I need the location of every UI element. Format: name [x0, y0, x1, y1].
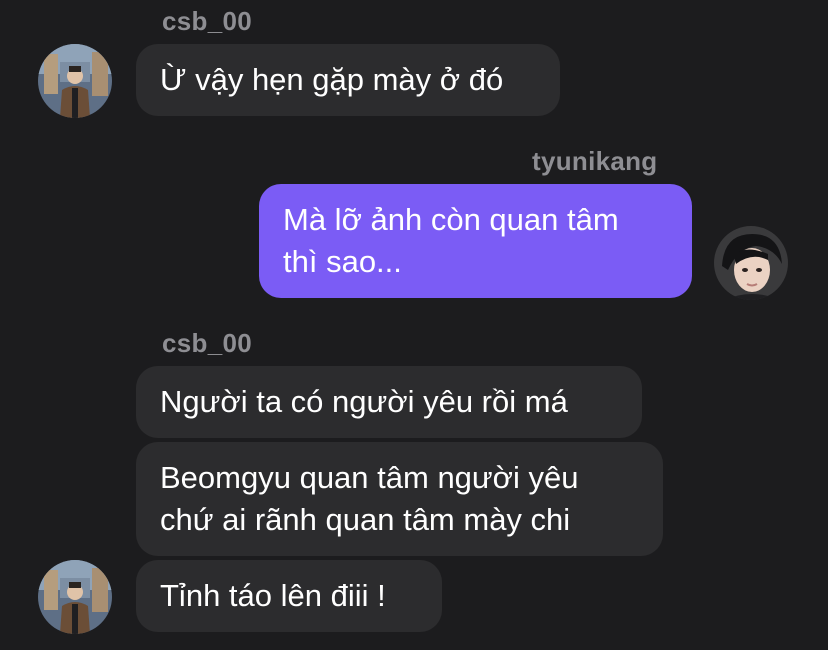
sender-name: tyunikang [532, 146, 658, 176]
own-avatar-icon[interactable] [714, 226, 788, 300]
message-bubble-outgoing[interactable]: Mà lỡ ảnh còn quan tâm thì sao... [259, 184, 692, 298]
sender-avatar-icon[interactable] [38, 560, 112, 634]
sender-name: csb_00 [162, 6, 252, 36]
message-bubble[interactable]: Beomgyu quan tâm người yêu chứ ai rãnh q… [136, 442, 663, 556]
message-bubble[interactable]: Ừ vậy hẹn gặp mày ở đó [136, 44, 560, 116]
sender-avatar-icon[interactable] [38, 44, 112, 118]
message-bubble[interactable]: Người ta có người yêu rồi má [136, 366, 642, 438]
message-bubble[interactable]: Tỉnh táo lên điii ! [136, 560, 442, 632]
sender-name: csb_00 [162, 328, 252, 358]
chat-thread: csb_00 Ừ vậy hẹn gặp mày ở đó tyunikang … [0, 0, 828, 650]
